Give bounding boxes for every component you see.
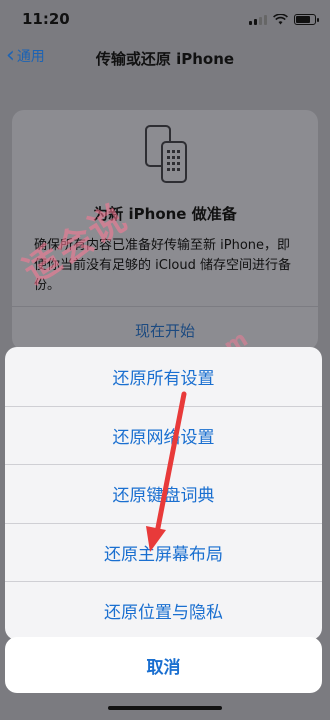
card-divider [12, 306, 318, 307]
card-description: 确保所有内容已准备好传输至新 iPhone，即便你当前没有足够的 iCloud … [34, 238, 292, 293]
reset-location-privacy-button[interactable]: 还原位置与隐私 [5, 581, 322, 640]
reset-keyboard-dictionary-button[interactable]: 还原键盘词典 [5, 464, 322, 523]
reset-home-screen-layout-button[interactable]: 还原主屏幕布局 [5, 522, 322, 582]
wifi-icon [273, 13, 288, 24]
get-started-link[interactable]: 现在开始 [12, 320, 318, 341]
cancel-button[interactable]: 取消 [5, 637, 322, 693]
navigation-bar: ‹ 通用 传输或还原 iPhone [0, 42, 330, 74]
status-icons [249, 12, 319, 26]
card-title: 为新 iPhone 做准备 [93, 205, 237, 223]
action-sheet: 还原所有设置 还原网络设置 还原键盘词典 还原主屏幕布局 还原位置与隐私 [5, 347, 322, 640]
home-indicator [108, 706, 222, 710]
reset-network-settings-button[interactable]: 还原网络设置 [5, 405, 322, 465]
cellular-signal-icon [249, 14, 267, 25]
reset-all-settings-button[interactable]: 还原所有设置 [5, 347, 322, 406]
battery-icon [294, 13, 319, 25]
prepare-card: 为新 iPhone 做准备 确保所有内容已准备好传输至新 iPhone，即便你当… [12, 110, 318, 350]
status-bar: 11:20 [0, 0, 330, 36]
page-title: 传输或还原 iPhone [95, 50, 235, 68]
phone-transfer-icon [145, 125, 187, 183]
status-time: 11:20 [22, 10, 70, 28]
